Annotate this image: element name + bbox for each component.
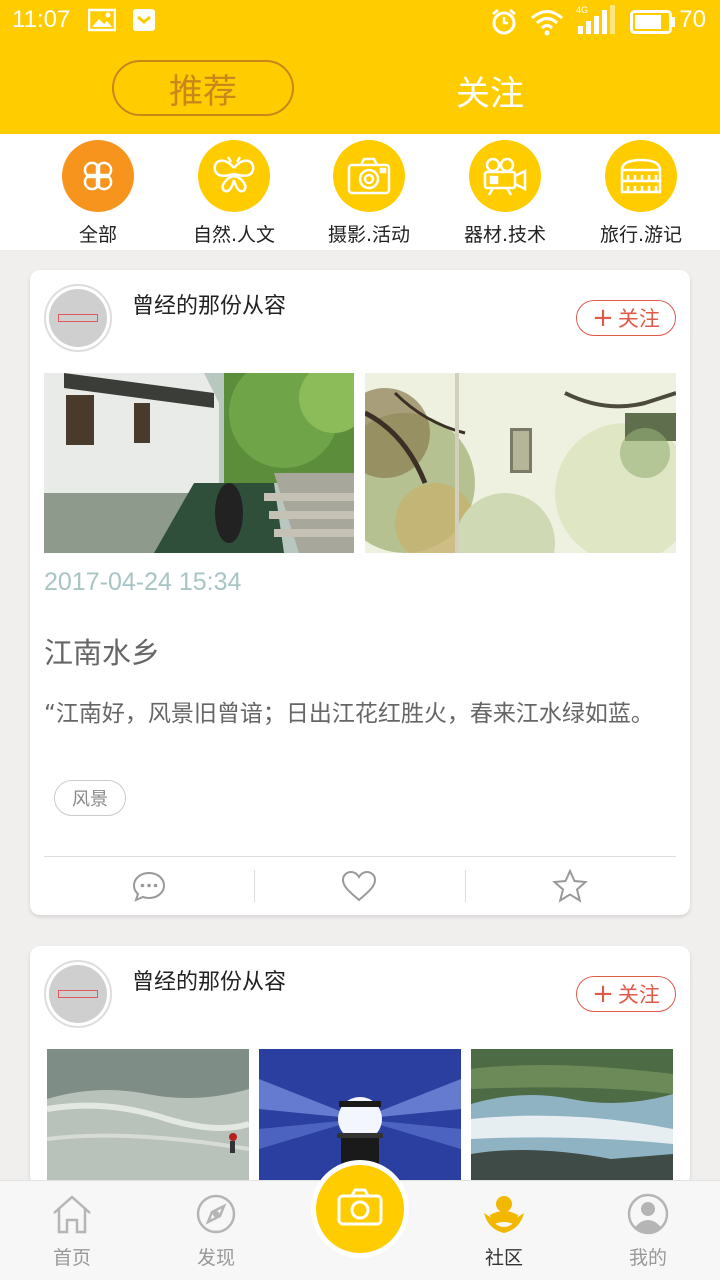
post-card[interactable]: 曾经的那份从容 + 关注: [30, 270, 690, 915]
username[interactable]: 曾经的那份从容: [132, 964, 286, 996]
avatar-logo-icon: [58, 990, 98, 998]
wifi-icon: [530, 8, 564, 40]
avatar[interactable]: [44, 284, 112, 352]
post-photo-beach[interactable]: [47, 1049, 249, 1186]
category-all[interactable]: 全部: [28, 140, 168, 247]
colosseum-icon: [605, 140, 677, 212]
svg-text:4G: 4G: [576, 5, 588, 15]
nav-label: 发现: [196, 1247, 235, 1269]
category-nature[interactable]: 自然.人文: [164, 140, 304, 247]
plus-icon: +: [592, 979, 614, 1009]
nav-label: 社区: [484, 1247, 523, 1269]
category-label: 旅行.游记: [599, 224, 683, 246]
post-photo-coast[interactable]: [471, 1049, 673, 1186]
camera-icon: [333, 140, 405, 212]
header: 推荐 关注: [0, 44, 720, 134]
tab-recommend[interactable]: 推荐: [112, 60, 294, 116]
camera-post-button[interactable]: [311, 1160, 409, 1258]
battery-level: 70: [679, 6, 706, 33]
nav-home[interactable]: 首页: [12, 1193, 132, 1270]
category-label: 全部: [78, 224, 117, 246]
category-label: 摄影.活动: [327, 224, 411, 246]
divider: [44, 856, 676, 857]
post-time: 2017-04-24 15:34: [44, 568, 242, 596]
home-icon: [50, 1195, 94, 1239]
favorite-button[interactable]: [465, 868, 675, 908]
avatar-logo-icon: [58, 314, 98, 322]
category-label: 自然.人文: [192, 224, 276, 246]
app-notification-icon: [132, 8, 156, 36]
post-tag[interactable]: 风景: [54, 780, 126, 816]
nav-label: 首页: [52, 1247, 91, 1269]
post-card[interactable]: 曾经的那份从容 + 关注: [30, 946, 690, 1186]
tab-follow[interactable]: 关注: [440, 66, 540, 115]
avatar[interactable]: [44, 960, 112, 1028]
post-photo-painting[interactable]: [365, 373, 676, 553]
movie-camera-icon: [469, 140, 541, 212]
battery-icon: [630, 10, 676, 38]
category-equipment[interactable]: 器材.技术: [435, 140, 575, 247]
category-travel[interactable]: 旅行.游记: [571, 140, 711, 247]
follow-label: 关注: [617, 983, 660, 1007]
star-icon: [552, 868, 588, 907]
nav-discover[interactable]: 发现: [156, 1193, 276, 1270]
signal-icon: 4G: [576, 4, 616, 40]
butterfly-icon: [198, 140, 270, 212]
post-excerpt[interactable]: “江南好，风景旧曾谙；日出江花红胜火，春来江水绿如蓝。: [44, 698, 664, 730]
profile-icon: [627, 1193, 669, 1239]
gallery-notification-icon: [87, 8, 117, 36]
like-button[interactable]: [254, 868, 464, 908]
camera-icon: [336, 1187, 384, 1231]
heart-icon: [341, 870, 377, 906]
post-title[interactable]: 江南水乡: [44, 630, 160, 672]
follow-button[interactable]: + 关注: [576, 976, 676, 1012]
nav-community[interactable]: 社区: [444, 1193, 564, 1270]
compass-icon: [195, 1194, 237, 1239]
status-time: 11:07: [12, 6, 71, 33]
plus-icon: +: [592, 303, 614, 333]
status-bar: 11:07 4G 70: [0, 0, 720, 44]
nav-profile[interactable]: 我的: [588, 1193, 708, 1270]
post-photo-canal[interactable]: [44, 373, 354, 553]
comment-icon: [132, 870, 166, 906]
comment-button[interactable]: [44, 868, 254, 908]
follow-button[interactable]: + 关注: [576, 300, 676, 336]
alarm-icon: [490, 8, 518, 40]
community-icon: [482, 1196, 526, 1239]
follow-label: 关注: [617, 307, 660, 331]
nav-label: 我的: [628, 1247, 667, 1269]
clover-icon: [62, 140, 134, 212]
username[interactable]: 曾经的那份从容: [132, 288, 286, 320]
category-bar: 全部 自然.人文 摄影.活动 器材.技术 旅行.游记: [0, 134, 720, 250]
category-label: 器材.技术: [463, 224, 547, 246]
category-photography[interactable]: 摄影.活动: [299, 140, 439, 247]
